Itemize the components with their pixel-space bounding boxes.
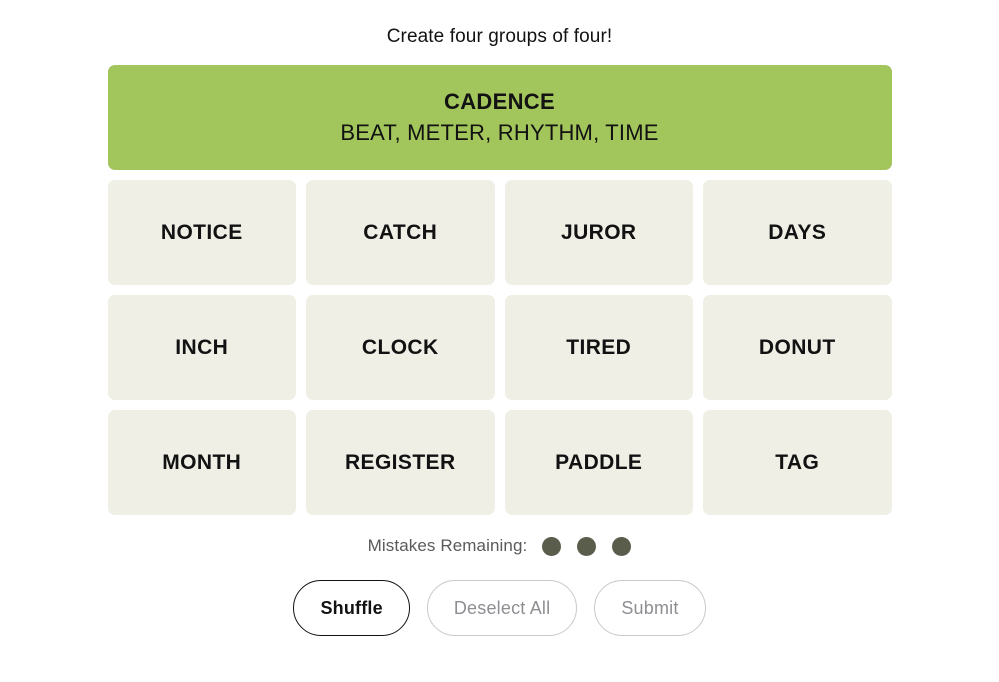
mistake-dot <box>577 536 597 556</box>
word-tile-tag[interactable]: TAG <box>703 410 892 515</box>
deselect-all-button[interactable]: Deselect All <box>426 580 578 636</box>
solved-category-cadence: CADENCE BEAT, METER, RHYTHM, TIME <box>107 65 892 170</box>
word-tile-tired[interactable]: TIRED <box>504 295 693 400</box>
tile-row: INCH CLOCK TIRED DONUT <box>107 295 892 400</box>
word-tile-juror[interactable]: JUROR <box>504 180 693 285</box>
word-tile-clock[interactable]: CLOCK <box>306 295 495 400</box>
shuffle-button[interactable]: Shuffle <box>293 580 410 636</box>
word-tile-month[interactable]: MONTH <box>107 410 296 515</box>
tile-row: NOTICE CATCH JUROR DAYS <box>107 180 892 285</box>
mistakes-remaining: Mistakes Remaining: <box>368 536 632 556</box>
game-controls: Shuffle Deselect All Submit <box>293 580 706 636</box>
word-tile-days[interactable]: DAYS <box>703 180 892 285</box>
mistake-dot <box>542 536 562 556</box>
word-tile-paddle[interactable]: PADDLE <box>504 410 693 515</box>
mistakes-dots <box>542 536 632 556</box>
word-tile-inch[interactable]: INCH <box>107 295 296 400</box>
word-tile-notice[interactable]: NOTICE <box>107 180 296 285</box>
solved-category-title: CADENCE <box>444 89 555 115</box>
page-title: Create four groups of four! <box>386 26 613 47</box>
mistake-dot <box>612 536 632 556</box>
tile-row: MONTH REGISTER PADDLE TAG <box>107 410 892 515</box>
word-tile-register[interactable]: REGISTER <box>306 410 495 515</box>
word-tile-catch[interactable]: CATCH <box>306 180 495 285</box>
connections-game: Create four groups of four! CADENCE BEAT… <box>0 0 999 682</box>
word-tile-donut[interactable]: DONUT <box>703 295 892 400</box>
submit-button[interactable]: Submit <box>594 580 706 636</box>
solved-category-words: BEAT, METER, RHYTHM, TIME <box>340 119 659 145</box>
puzzle-board: CADENCE BEAT, METER, RHYTHM, TIME NOTICE… <box>107 65 892 515</box>
mistakes-remaining-label: Mistakes Remaining: <box>367 536 528 555</box>
